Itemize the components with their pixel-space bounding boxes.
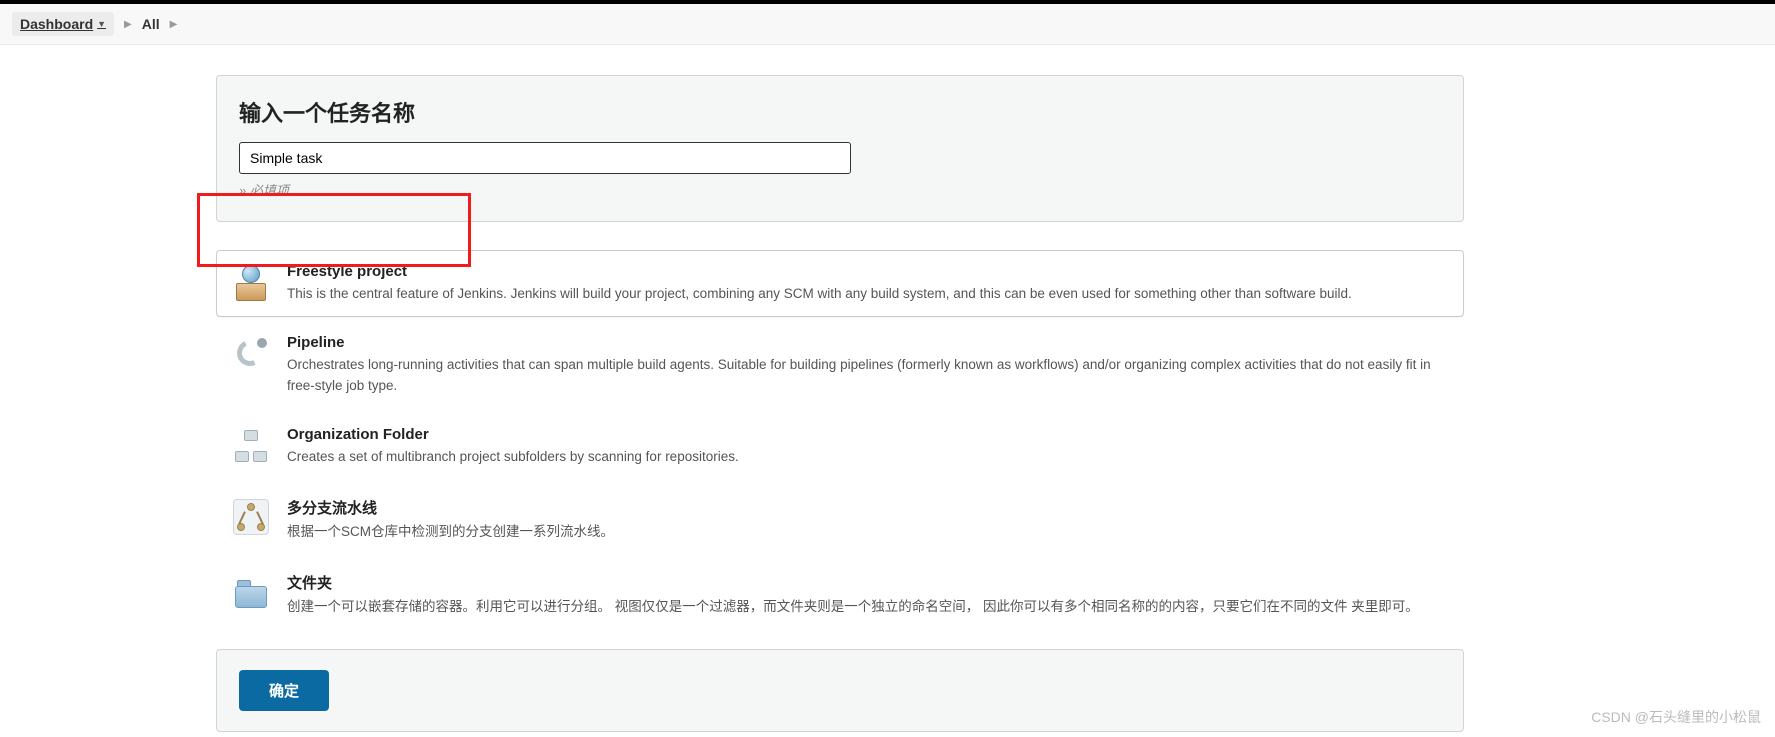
- breadcrumb-all-label: All: [142, 16, 160, 32]
- form-title: 输入一个任务名称: [239, 96, 1441, 128]
- option-desc: Orchestrates long-running activities tha…: [287, 355, 1449, 396]
- breadcrumb-dashboard-label: Dashboard: [20, 16, 93, 32]
- option-title: 多分支流水线: [287, 497, 1449, 518]
- option-body: Organization Folder Creates a set of mul…: [287, 426, 1449, 467]
- option-title: Organization Folder: [287, 426, 1449, 443]
- option-organization-folder[interactable]: Organization Folder Creates a set of mul…: [216, 413, 1464, 480]
- option-title: Freestyle project: [287, 263, 1449, 280]
- option-body: 文件夹 创建一个可以嵌套存储的容器。利用它可以进行分组。 视图仅仅是一个过滤器，…: [287, 572, 1449, 617]
- option-multibranch-pipeline[interactable]: 多分支流水线 根据一个SCM仓库中检测到的分支创建一系列流水线。: [216, 484, 1464, 555]
- caret-down-icon: ▼: [97, 19, 106, 29]
- pipeline-icon: [231, 334, 271, 374]
- watermark: CSDN @石头缝里的小松鼠: [1591, 707, 1761, 727]
- option-body: 多分支流水线 根据一个SCM仓库中检测到的分支创建一系列流水线。: [287, 497, 1449, 542]
- item-name-input[interactable]: [239, 142, 851, 174]
- name-form-panel: 输入一个任务名称 » 必填项: [216, 75, 1464, 222]
- footer-panel: 确定: [216, 649, 1464, 732]
- option-desc: 创建一个可以嵌套存储的容器。利用它可以进行分组。 视图仅仅是一个过滤器，而文件夹…: [287, 597, 1449, 617]
- option-body: Freestyle project This is the central fe…: [287, 263, 1449, 304]
- org-folder-icon: [231, 426, 271, 466]
- item-type-options: Freestyle project This is the central fe…: [216, 250, 1464, 631]
- chevron-right-icon: ▶: [170, 19, 178, 30]
- freestyle-icon: [231, 263, 271, 303]
- option-desc: This is the central feature of Jenkins. …: [287, 284, 1449, 304]
- breadcrumb: Dashboard ▼ ▶ All ▶: [0, 4, 1775, 45]
- folder-icon: [231, 572, 271, 612]
- option-freestyle-project[interactable]: Freestyle project This is the central fe…: [216, 250, 1464, 317]
- required-hint: » 必填项: [239, 180, 1441, 199]
- option-desc: Creates a set of multibranch project sub…: [287, 447, 1449, 467]
- option-body: Pipeline Orchestrates long-running activ…: [287, 334, 1449, 396]
- breadcrumb-dashboard[interactable]: Dashboard ▼: [12, 12, 114, 36]
- multibranch-icon: [231, 497, 271, 537]
- option-title: Pipeline: [287, 334, 1449, 351]
- option-pipeline[interactable]: Pipeline Orchestrates long-running activ…: [216, 321, 1464, 409]
- ok-button[interactable]: 确定: [239, 670, 329, 711]
- option-title: 文件夹: [287, 572, 1449, 593]
- chevron-right-icon: ▶: [124, 19, 132, 30]
- option-desc: 根据一个SCM仓库中检测到的分支创建一系列流水线。: [287, 522, 1449, 542]
- option-folder[interactable]: 文件夹 创建一个可以嵌套存储的容器。利用它可以进行分组。 视图仅仅是一个过滤器，…: [216, 559, 1464, 630]
- main-content: 输入一个任务名称 » 必填项 Freestyle project This is…: [0, 45, 1540, 732]
- breadcrumb-all[interactable]: All: [142, 16, 160, 32]
